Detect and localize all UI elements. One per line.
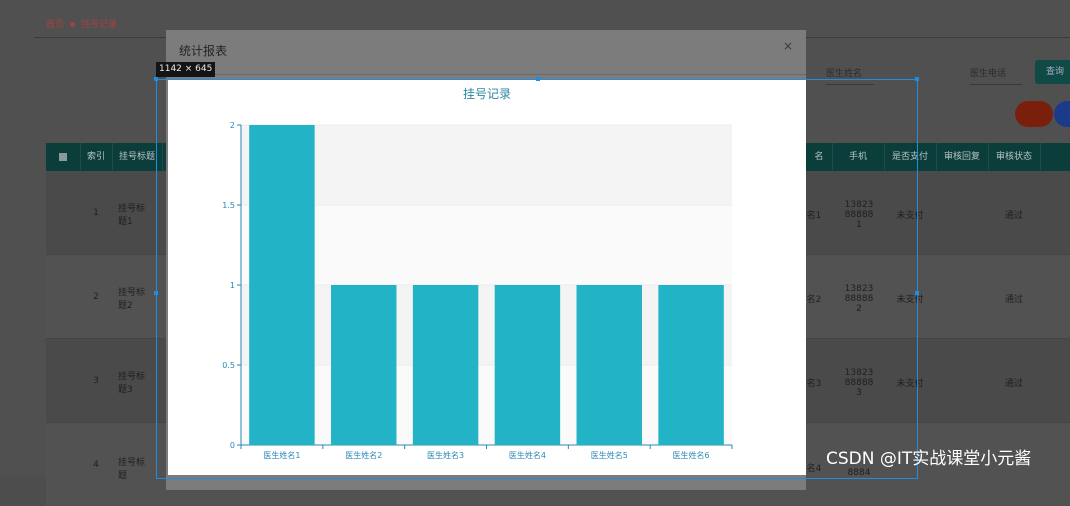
- row-status: 通过: [1004, 295, 1023, 305]
- breadcrumb-home[interactable]: 首页: [46, 20, 64, 30]
- row-title: 挂号标题3: [118, 372, 146, 395]
- resize-handle[interactable]: [536, 77, 540, 81]
- row-status: 通过: [1004, 211, 1023, 221]
- header-review-reply: 审核回复: [936, 143, 989, 171]
- doctor-phone-placeholder: 医生电话: [970, 69, 1007, 79]
- size-indicator: 1142 × 645: [156, 62, 216, 77]
- header-index: 索引: [80, 143, 113, 171]
- delete-button[interactable]: [1015, 101, 1053, 127]
- row-status: 通过: [1004, 379, 1023, 389]
- row-title: 挂号标题1: [118, 204, 146, 227]
- breadcrumb: 首页 挂号记录: [46, 17, 117, 30]
- resize-handle[interactable]: [154, 77, 158, 81]
- resize-handle[interactable]: [915, 291, 919, 295]
- doctor-name-placeholder: 医生姓名: [826, 69, 863, 79]
- row-index: 3: [93, 376, 99, 386]
- modal-header: 统计报表 ×: [166, 30, 806, 75]
- query-button[interactable]: 查询: [1035, 60, 1070, 84]
- close-icon[interactable]: ×: [783, 39, 793, 53]
- doctor-phone-search-input[interactable]: 医生电话: [970, 66, 1022, 85]
- modal-title: 统计报表: [179, 44, 228, 58]
- select-all-checkbox[interactable]: [46, 143, 81, 171]
- row-index: 4: [93, 460, 99, 470]
- breadcrumb-separator-icon: [70, 22, 76, 27]
- row-index: 1: [93, 208, 99, 218]
- selection-frame: [156, 79, 918, 479]
- resize-handle[interactable]: [915, 77, 919, 81]
- resize-handle[interactable]: [154, 291, 158, 295]
- watermark: CSDN @IT实战课堂小元酱: [826, 449, 1032, 469]
- row-title: 挂号标题: [118, 458, 146, 481]
- breadcrumb-current: 挂号记录: [81, 20, 118, 30]
- row-index: 2: [93, 292, 99, 302]
- header-review-status: 审核状态: [988, 143, 1041, 171]
- row-title: 挂号标题2: [118, 288, 146, 311]
